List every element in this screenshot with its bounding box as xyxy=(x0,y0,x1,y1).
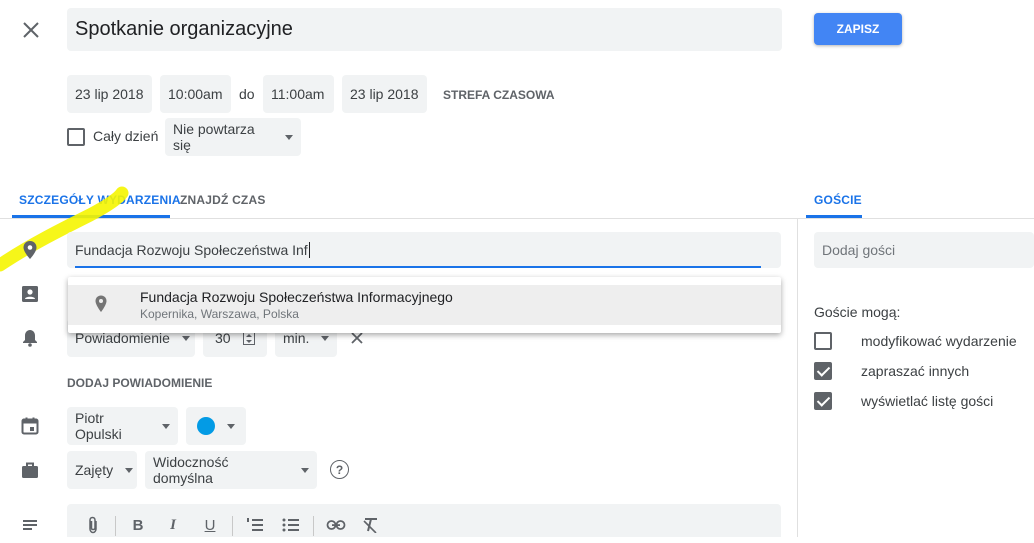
guest-permissions-title: Goście mogą: xyxy=(814,304,901,320)
toolbar-separator xyxy=(313,516,314,536)
permission-invite-checkbox[interactable] xyxy=(814,362,832,380)
close-icon[interactable] xyxy=(20,19,42,41)
calendar-icon xyxy=(20,416,40,436)
tabs-divider xyxy=(0,218,1034,219)
chevron-down-icon xyxy=(301,467,309,473)
chevron-down-icon xyxy=(227,423,235,429)
numbered-list-icon[interactable] xyxy=(244,514,266,536)
column-divider xyxy=(797,219,798,537)
link-icon[interactable] xyxy=(325,514,347,536)
text-cursor xyxy=(308,242,310,258)
add-notification-button[interactable]: DODAJ POWIADOMIENIE xyxy=(67,376,212,390)
to-separator: do xyxy=(239,86,255,102)
chevron-down-icon xyxy=(162,423,170,429)
start-date-field[interactable]: 23 lip 2018 xyxy=(67,75,152,113)
start-time-text: 10:00am xyxy=(168,86,223,102)
underline-icon[interactable]: U xyxy=(199,514,221,536)
add-guests-placeholder: Dodaj gości xyxy=(822,242,896,258)
description-icon xyxy=(20,518,40,538)
location-pin-icon xyxy=(20,240,40,260)
end-date-text: 23 lip 2018 xyxy=(350,86,419,102)
permission-see-list-label: wyświetlać listę gości xyxy=(861,393,994,409)
attachment-icon[interactable] xyxy=(82,514,104,536)
toolbar-separator xyxy=(115,516,116,536)
help-icon[interactable]: ? xyxy=(330,460,349,479)
chevron-down-icon xyxy=(125,467,134,473)
bulleted-list-icon[interactable] xyxy=(280,514,302,536)
remove-notification-icon[interactable] xyxy=(350,331,364,345)
permission-modify-checkbox[interactable] xyxy=(814,332,832,350)
end-time-field[interactable]: 11:00am xyxy=(263,75,334,113)
calendar-owner-value: Piotr Opulski xyxy=(75,410,122,442)
visibility-dropdown[interactable]: Widoczność domyślna xyxy=(145,451,317,489)
end-time-text: 11:00am xyxy=(271,86,325,102)
calendar-owner-dropdown[interactable]: Piotr Opulski xyxy=(67,407,178,445)
all-day-label: Cały dzień xyxy=(93,128,159,144)
add-guests-input[interactable]: Dodaj gości xyxy=(814,232,1034,268)
end-date-field[interactable]: 23 lip 2018 xyxy=(342,75,427,113)
contact-card-icon xyxy=(20,284,40,304)
italic-icon[interactable]: I xyxy=(162,514,184,536)
location-suggestions: Fundacja Rozwoju Społeczeństwa Informacy… xyxy=(68,277,781,333)
event-title-text: Spotkanie organizacyjne xyxy=(75,18,293,40)
permission-see-list-checkbox[interactable] xyxy=(814,392,832,410)
suggestion-item[interactable]: Fundacja Rozwoju Społeczeństwa Informacy… xyxy=(68,285,781,325)
toolbar-separator xyxy=(232,516,233,536)
bold-icon[interactable]: B xyxy=(127,514,149,536)
suggestion-subtitle: Kopernika, Warszawa, Polska xyxy=(140,307,299,321)
calendar-color-dropdown[interactable] xyxy=(186,407,246,445)
location-input[interactable]: Fundacja Rozwoju Społeczeństwa Inf xyxy=(67,232,781,268)
tab-guests[interactable]: GOŚCIE xyxy=(814,193,862,207)
save-button-label: ZAPISZ xyxy=(836,22,880,36)
chevron-down-icon xyxy=(181,335,190,341)
start-time-field[interactable]: 10:00am xyxy=(160,75,231,113)
chevron-down-icon xyxy=(285,134,293,140)
busy-value: Zajęty xyxy=(75,462,114,478)
place-pin-icon xyxy=(93,295,109,313)
save-button[interactable]: ZAPISZ xyxy=(814,13,902,45)
repeat-value: Nie powtarza się xyxy=(173,121,255,153)
event-title-input[interactable]: Spotkanie organizacyjne xyxy=(67,8,782,51)
permission-invite-label: zapraszać innych xyxy=(861,363,970,379)
tab-find-time[interactable]: ZNAJDŹ CZAS xyxy=(180,193,266,207)
briefcase-icon xyxy=(20,460,40,480)
chevron-down-icon xyxy=(321,335,330,341)
location-text: Fundacja Rozwoju Społeczeństwa Inf xyxy=(75,242,308,258)
location-underline xyxy=(75,266,761,268)
visibility-value: Widoczność domyślna xyxy=(153,454,229,486)
busy-dropdown[interactable]: Zajęty xyxy=(67,451,137,489)
start-date-text: 23 lip 2018 xyxy=(75,86,144,102)
permission-modify-label: modyfikować wydarzenie xyxy=(861,333,1017,349)
clear-formatting-icon[interactable] xyxy=(360,514,382,536)
repeat-dropdown[interactable]: Nie powtarza się xyxy=(165,118,301,156)
stepper-icon[interactable] xyxy=(242,331,255,345)
bell-icon xyxy=(20,328,40,348)
timezone-button[interactable]: STREFA CZASOWA xyxy=(443,88,555,102)
all-day-checkbox[interactable] xyxy=(67,128,85,146)
calendar-color-swatch xyxy=(197,417,215,435)
suggestion-title: Fundacja Rozwoju Społeczeństwa Informacy… xyxy=(140,289,453,305)
